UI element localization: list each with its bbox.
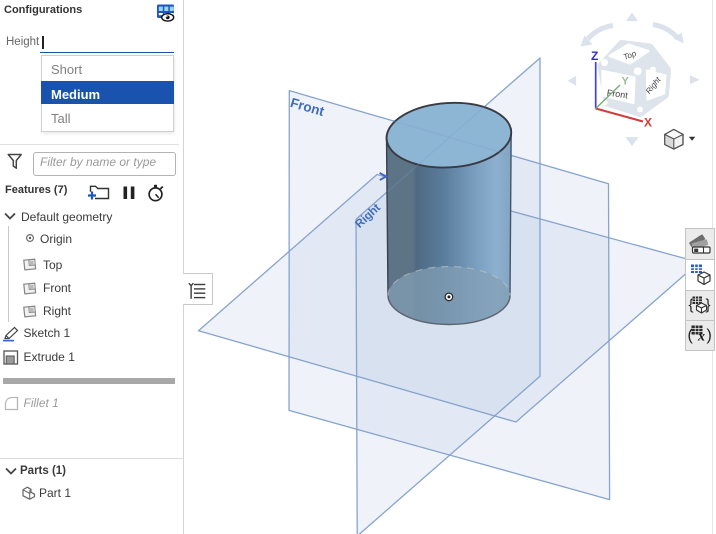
svg-text:Y: Y [622,76,630,88]
svg-text:Z: Z [591,49,598,63]
svg-text:x: x [697,330,705,345]
svg-text:): ) [707,327,712,344]
svg-text:X: X [644,116,652,130]
